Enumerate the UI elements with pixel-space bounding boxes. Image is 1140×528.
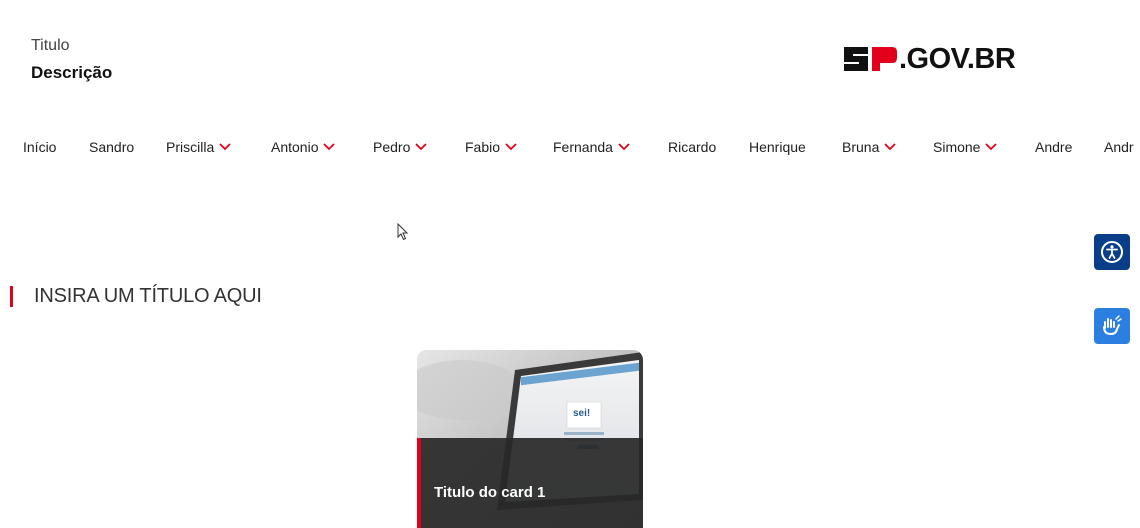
nav-item-inicio[interactable]: Início	[23, 130, 56, 164]
nav-item-label: Pedro	[373, 139, 411, 155]
nav-item-bruna[interactable]: Bruna	[842, 130, 897, 164]
chevron-down-icon	[618, 143, 630, 151]
site-title: Titulo	[31, 37, 70, 54]
section-title: INSIRA UM TÍTULO AQUI	[34, 284, 262, 307]
nav-item-sandro[interactable]: Sandro	[89, 130, 134, 164]
nav-item-label: Simone	[933, 139, 981, 155]
nav-item-andr[interactable]: Andr	[1104, 130, 1134, 164]
mouse-cursor-icon	[397, 222, 409, 246]
nav-item-henrique[interactable]: Henrique	[749, 130, 806, 164]
nav-item-label: Andr	[1104, 139, 1134, 155]
section-accent-bar	[10, 285, 13, 307]
nav-item-fabio[interactable]: Fabio	[465, 130, 518, 164]
sign-language-icon	[1103, 315, 1122, 336]
card-accent-bar	[417, 438, 421, 528]
nav-item-label: Henrique	[749, 139, 806, 155]
card-image-text: sei!	[573, 408, 590, 419]
chevron-down-icon	[884, 143, 896, 151]
nav-item-label: Antonio	[271, 139, 319, 155]
card-overlay	[417, 438, 643, 528]
chevron-down-icon	[323, 143, 336, 151]
nav-item-label: Priscilla	[166, 139, 215, 155]
accessibility-button[interactable]	[1094, 234, 1130, 270]
nav-item-antonio[interactable]: Antonio	[271, 130, 336, 164]
nav-item-label: Fabio	[465, 139, 501, 155]
accessibility-icon	[1101, 241, 1123, 263]
sp-gov-br-logo[interactable]: .GOV.BR	[842, 42, 1016, 76]
chevron-down-icon	[985, 143, 998, 151]
nav-item-label: Andre	[1035, 139, 1073, 155]
nav-item-priscilla[interactable]: Priscilla	[166, 130, 232, 164]
site-header: Titulo Descrição .GOV.BR	[0, 0, 1140, 110]
nav-item-ricardo[interactable]: Ricardo	[668, 130, 716, 164]
nav-item-simone[interactable]: Simone	[933, 130, 998, 164]
nav-item-fernanda[interactable]: Fernanda	[553, 130, 631, 164]
sign-language-button[interactable]	[1094, 308, 1130, 344]
main-nav: Início Sandro Priscilla Antonio Pedro Fa…	[0, 130, 1140, 164]
nav-item-label: Fernanda	[553, 139, 613, 155]
chevron-down-icon	[415, 143, 427, 151]
site-description: Descrição	[31, 63, 113, 82]
nav-item-andre[interactable]: Andre	[1035, 130, 1072, 164]
sp-logo-mark-icon	[844, 47, 897, 71]
card-title: Titulo do card 1	[434, 484, 546, 501]
card-1[interactable]: sei! Titulo do card 1	[417, 350, 643, 528]
nav-item-label: Início	[23, 139, 57, 155]
section-heading: INSIRA UM TÍTULO AQUI	[10, 284, 262, 308]
logo-text: .GOV.BR	[899, 42, 1016, 75]
nav-item-pedro[interactable]: Pedro	[373, 130, 428, 164]
nav-item-label: Ricardo	[668, 139, 717, 155]
chevron-down-icon	[219, 143, 231, 151]
nav-item-label: Bruna	[842, 139, 880, 155]
chevron-down-icon	[505, 143, 517, 151]
nav-item-label: Sandro	[89, 139, 135, 155]
